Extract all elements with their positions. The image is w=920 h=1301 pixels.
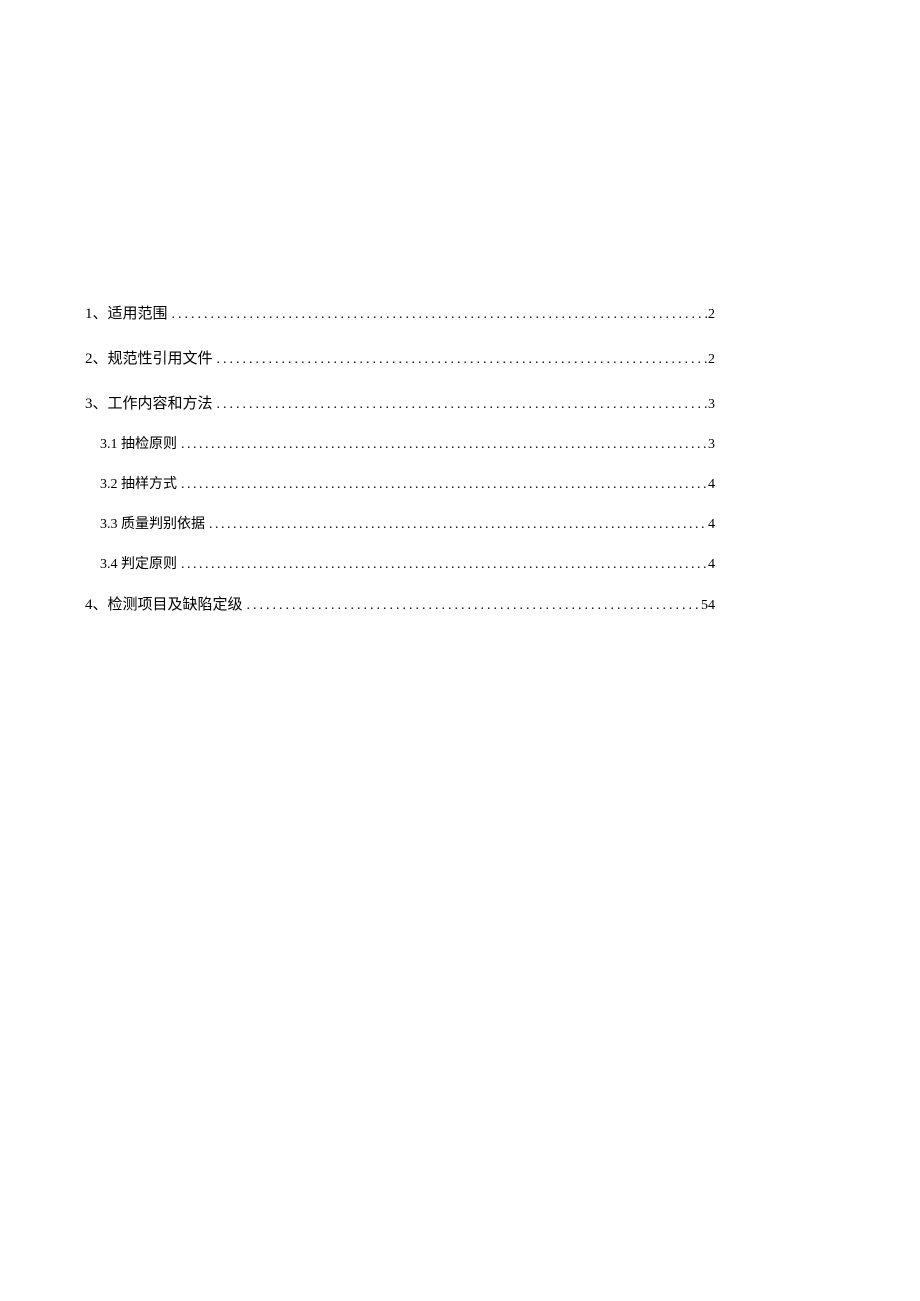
toc-label: 3.2 抽样方式 (100, 473, 177, 493)
toc-page-number: 2 (708, 307, 715, 323)
toc-label: 3.1 抽检原则 (100, 433, 177, 453)
toc-label: 1、适用范围 (85, 302, 168, 323)
toc-entry: 3.2 抽样方式 4 (85, 473, 715, 493)
toc-page-number: 3 (708, 397, 715, 413)
toc-entry: 3、工作内容和方法 3 (85, 392, 715, 413)
toc-entry: 1、适用范围 2 (85, 302, 715, 323)
toc-leader-dots (213, 351, 708, 368)
toc-page-number: 4 (708, 477, 715, 493)
toc-page-number: 4 (708, 517, 715, 533)
toc-leader-dots (177, 477, 708, 493)
toc-leader-dots (168, 306, 708, 323)
toc-entry: 2、规范性引用文件 2 (85, 347, 715, 368)
toc-label: 3、工作内容和方法 (85, 392, 213, 413)
toc-leader-dots (243, 597, 701, 614)
toc-entry: 3.3 质量判别依据 4 (85, 513, 715, 533)
toc-entry: 3.4 判定原则 4 (85, 553, 715, 573)
toc-leader-dots (205, 517, 708, 533)
toc-leader-dots (213, 396, 708, 413)
toc-page-number: 4 (708, 557, 715, 573)
toc-entry: 4、检测项目及缺陷定级 54 (85, 593, 715, 614)
toc-entry: 3.1 抽检原则 3 (85, 433, 715, 453)
toc-leader-dots (177, 437, 708, 453)
toc-label: 2、规范性引用文件 (85, 347, 213, 368)
toc-label: 4、检测项目及缺陷定级 (85, 593, 243, 614)
toc-label: 3.3 质量判别依据 (100, 513, 205, 533)
toc-page-number: 2 (708, 352, 715, 368)
toc-page: 1、适用范围 2 2、规范性引用文件 2 3、工作内容和方法 3 3.1 抽检原… (0, 0, 920, 614)
toc-leader-dots (177, 557, 708, 573)
toc-page-number: 3 (708, 437, 715, 453)
toc-page-number: 54 (701, 598, 715, 614)
toc-label: 3.4 判定原则 (100, 553, 177, 573)
